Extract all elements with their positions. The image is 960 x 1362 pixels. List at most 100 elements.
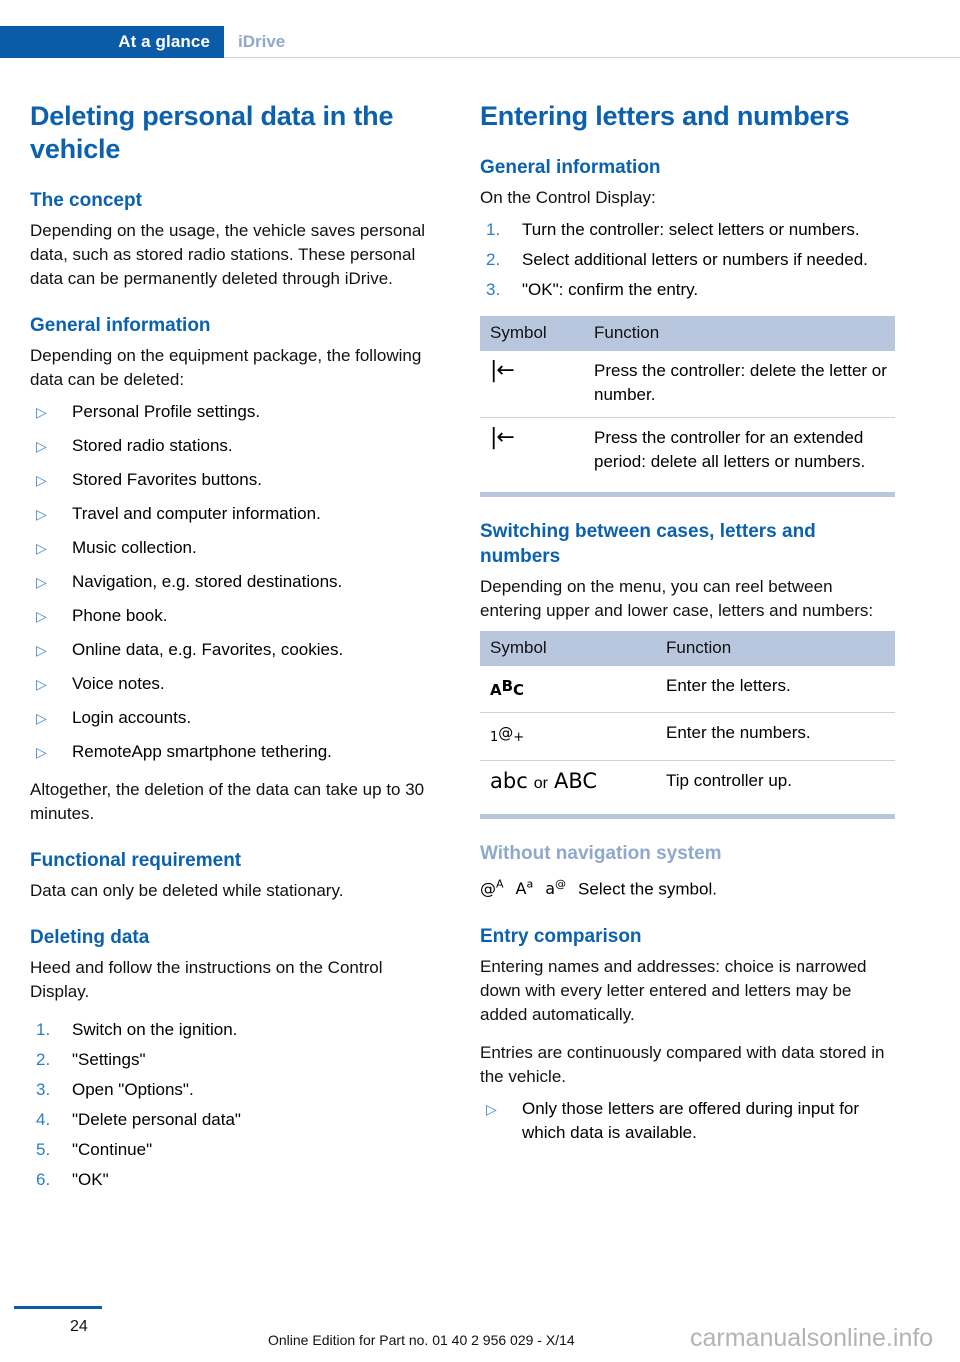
deleting-steps-list: 1. Switch on the ignition. 2. "Settings" 3… [30, 1018, 445, 1192]
list-item: ▷ Stored radio stations. [30, 434, 445, 458]
switch-symbols-table: Symbol Function ABC Enter the letters. 1… [480, 631, 895, 806]
column-header-symbol: Symbol [480, 631, 656, 666]
list-item: ▷ Music collection. [30, 536, 445, 560]
list-item: 3. Open "Options". [30, 1078, 445, 1102]
without-nav-instruction: Select the symbol. [578, 879, 717, 899]
letters-icon: ABC [480, 666, 656, 713]
list-item-label: Login accounts. [72, 708, 192, 727]
delete-symbols-table: Symbol Function |← Press the controller:… [480, 316, 895, 484]
triangle-bullet-icon: ▷ [486, 1101, 497, 1118]
table-row: ABC Enter the letters. [480, 666, 895, 713]
table-cell-function: Press the controller: delete the letter … [584, 351, 895, 418]
list-item-label: Music collection. [72, 538, 197, 557]
paragraph-concept: Depending on the usage, the vehicle save… [30, 221, 426, 288]
step-number: 2. [36, 1050, 51, 1069]
lowercase-glyph: abc [490, 769, 528, 793]
uppercase-lowercase-icon: Aa [515, 878, 534, 899]
or-label: or [533, 775, 548, 792]
table-cell-function: Tip controller up. [666, 771, 792, 790]
list-item-label: Voice notes. [72, 674, 165, 693]
heading-without-navigation: Without navigation system [480, 843, 722, 864]
step-number: 2. [486, 250, 501, 269]
triangle-bullet-icon: ▷ [36, 438, 47, 454]
list-item: ▷ Login accounts. [30, 706, 445, 730]
tab-idrive[interactable]: iDrive [238, 26, 285, 58]
table-header-row: Symbol Function [480, 316, 895, 351]
paragraph-control-display: On the Control Display: [480, 188, 656, 207]
table-row: |← Press the controller for an extended … [480, 418, 895, 485]
footer-edition-note: Online Edition for Part no. 01 40 2 956 … [268, 1332, 575, 1348]
table-row: 1@+ Enter the numbers. [480, 712, 895, 761]
step-label: Open "Options". [72, 1080, 194, 1099]
list-item: 5. "Continue" [30, 1138, 445, 1162]
step-number: 1. [36, 1020, 51, 1039]
step-label: Select additional letters or numbers if … [522, 250, 868, 269]
tab-at-a-glance[interactable]: At a glance [0, 26, 224, 58]
paragraph-altogether: Altogether, the deletion of the data can… [30, 780, 425, 823]
list-item: 6. "OK" [30, 1168, 445, 1192]
list-item: 1. Turn the controller: select letters or… [480, 218, 895, 242]
delete-character-glyph: |← [490, 358, 515, 383]
triangle-bullet-icon: ▷ [36, 642, 47, 658]
list-item-label: Phone book. [72, 606, 168, 625]
list-item-label: Stored radio stations. [72, 436, 233, 455]
triangle-bullet-icon: ▷ [36, 404, 47, 420]
triangle-bullet-icon: ▷ [36, 710, 47, 726]
heading-general-information-right: General information [480, 157, 661, 178]
step-number: 4. [36, 1110, 51, 1129]
triangle-bullet-icon: ▷ [36, 540, 47, 556]
list-item-label: Personal Profile settings. [72, 402, 261, 421]
step-label: "Settings" [72, 1050, 146, 1069]
list-item: 2. Select additional letters or numbers i… [480, 248, 895, 272]
table-row: abc or ABC Tip controller up. [480, 761, 895, 807]
list-item-label: Travel and computer information. [72, 504, 321, 523]
table-bottom-bar [480, 492, 895, 497]
table-cell-function: Press the controller for an extended per… [594, 428, 866, 471]
table-cell-function: Enter the letters. [656, 666, 895, 713]
uppercase-glyph: ABC [553, 769, 598, 793]
list-item: ▷ Personal Profile settings. [30, 400, 445, 424]
paragraph-general: Depending on the equipment package, the … [30, 346, 422, 389]
step-label: "Delete personal data" [72, 1110, 241, 1129]
column-header-function: Function [656, 631, 895, 666]
step-label: Turn the controller: select letters or n… [522, 220, 860, 239]
list-item: 1. Switch on the ignition. [30, 1018, 445, 1042]
page-number: 24 [70, 1318, 88, 1335]
right-column: Entering letters and numbers General inf… [480, 100, 895, 1159]
paragraph-entry-2: Entries are continuously compared with d… [480, 1043, 885, 1087]
step-number: 3. [36, 1080, 51, 1099]
triangle-bullet-icon: ▷ [36, 608, 47, 624]
list-item-label: Stored Favorites buttons. [72, 470, 262, 489]
right-page-title: Entering letters and numbers [480, 101, 850, 131]
list-item-label: RemoteApp smartphone tethering. [72, 742, 332, 761]
step-label: "OK" [72, 1170, 109, 1189]
list-item: ▷ Only those letters are offered during i… [480, 1097, 895, 1145]
list-item: ▷ Phone book. [30, 604, 445, 628]
table-bottom-bar [480, 814, 895, 819]
step-label: "OK": confirm the entry. [522, 280, 699, 299]
numbers-icon: 1@+ [480, 712, 656, 761]
at-uppercase-icon: @A [480, 878, 504, 899]
heading-entry-comparison: Entry comparison [480, 926, 642, 948]
step-number: 1. [486, 220, 501, 239]
step-number: 5. [36, 1140, 51, 1159]
entering-steps-list: 1. Turn the controller: select letters or… [480, 218, 895, 302]
step-number: 6. [36, 1170, 51, 1189]
triangle-bullet-icon: ▷ [36, 574, 47, 590]
left-column: Deleting personal data in the vehicle Th… [30, 100, 445, 1206]
heading-functional-requirement: Functional requirement [30, 850, 242, 871]
table-header-row: Symbol Function [480, 631, 895, 666]
list-item-label: Navigation, e.g. stored destinations. [72, 572, 343, 591]
header-divider [224, 57, 960, 58]
delete-all-glyph: |← [490, 425, 515, 450]
entry-comparison-list: ▷ Only those letters are offered during i… [480, 1097, 895, 1145]
list-item: ▷ RemoteApp smartphone tethering. [30, 740, 445, 764]
heading-general-information: General information [30, 315, 211, 336]
table-row: |← Press the controller: delete the lett… [480, 351, 895, 418]
paragraph-deleting: Heed and follow the instructions on the … [30, 958, 383, 1001]
step-label: Switch on the ignition. [72, 1020, 238, 1039]
column-header-function: Function [584, 316, 895, 351]
heading-deleting-data: Deleting data [30, 927, 150, 948]
list-item: 2. "Settings" [30, 1048, 445, 1072]
page-header: At a glance iDrive [0, 26, 960, 58]
